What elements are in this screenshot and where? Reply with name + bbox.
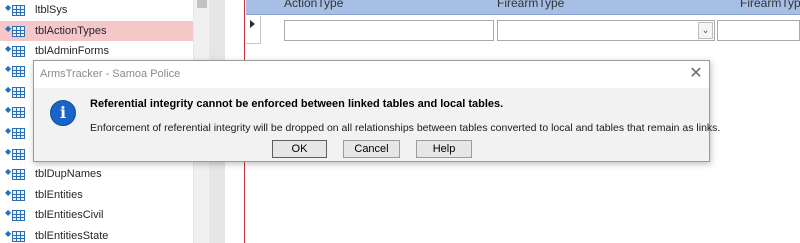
linked-table-icon: ◆ [5,228,27,243]
dialog-detail: Enforcement of referential integrity wil… [90,122,721,134]
nav-table-label: tblAdminForms [35,45,109,57]
linked-table-icon: ◆ [5,63,27,79]
nav-table-label: ltblSys [35,4,68,16]
nav-table-item[interactable]: ◆ tblEntitiesCivil [0,205,193,225]
current-record-triangle-icon [250,20,255,28]
nav-scrollbar-thumb[interactable] [197,0,207,8]
linked-table-icon: ◆ [5,104,27,120]
nav-table-label: tblEntitiesState [35,230,109,242]
nav-table-label: tblEntities [35,189,83,201]
close-icon[interactable]: ✕ [686,65,706,83]
linked-table-icon: ◆ [5,187,27,203]
ok-button[interactable]: OK [272,140,327,158]
dialog-title: ArmsTracker - Samoa Police [40,68,181,80]
linked-table-icon: ◆ [5,146,27,162]
dialog-titlebar[interactable]: ArmsTracker - Samoa Police ✕ [34,61,709,88]
linked-table-icon: ◆ [5,84,27,100]
column-header[interactable]: FirearmType [497,0,564,10]
column-header-row: ActionType FirearmType FirearmType [246,0,800,15]
linked-table-icon: ◆ [5,23,27,39]
firearm-type-combo[interactable]: ⌄ [497,20,715,41]
linked-table-icon: ◆ [5,207,27,223]
column-header[interactable]: FirearmType [740,0,800,10]
linked-table-icon: ◆ [5,125,27,141]
nav-table-item[interactable]: ◆ ltblSys [0,0,193,20]
info-icon: i [50,100,76,126]
nav-table-item[interactable]: ◆ tblEntitiesState [0,226,193,243]
action-type-input[interactable] [284,20,494,41]
nav-table-item[interactable]: ◆ tblEntities [0,185,193,205]
chevron-down-icon[interactable]: ⌄ [698,22,713,39]
cancel-button[interactable]: Cancel [343,140,400,158]
help-button[interactable]: Help [416,140,472,158]
dialog-body: i Referential integrity cannot be enforc… [34,88,720,161]
record-selector[interactable] [246,16,261,44]
linked-table-icon: ◆ [5,166,27,182]
nav-table-item[interactable]: ◆ tblDupNames [0,164,193,184]
linked-table-icon: ◆ [5,43,27,59]
message-dialog: ArmsTracker - Samoa Police ✕ i Referenti… [33,60,720,162]
nav-table-item[interactable]: ◆ tblAdminForms [0,41,193,61]
dialog-message: Referential integrity cannot be enforced… [90,98,504,110]
linked-table-icon: ◆ [5,2,27,18]
firearm-type-input[interactable] [717,20,800,41]
nav-table-item-selected[interactable]: ◆ tblActionTypes [0,21,193,41]
nav-table-label: tblDupNames [35,168,102,180]
column-header[interactable]: ActionType [284,0,343,10]
nav-table-label: tblEntitiesCivil [35,209,104,221]
nav-table-label: tblActionTypes [35,25,107,37]
info-icon-glyph: i [59,103,67,122]
